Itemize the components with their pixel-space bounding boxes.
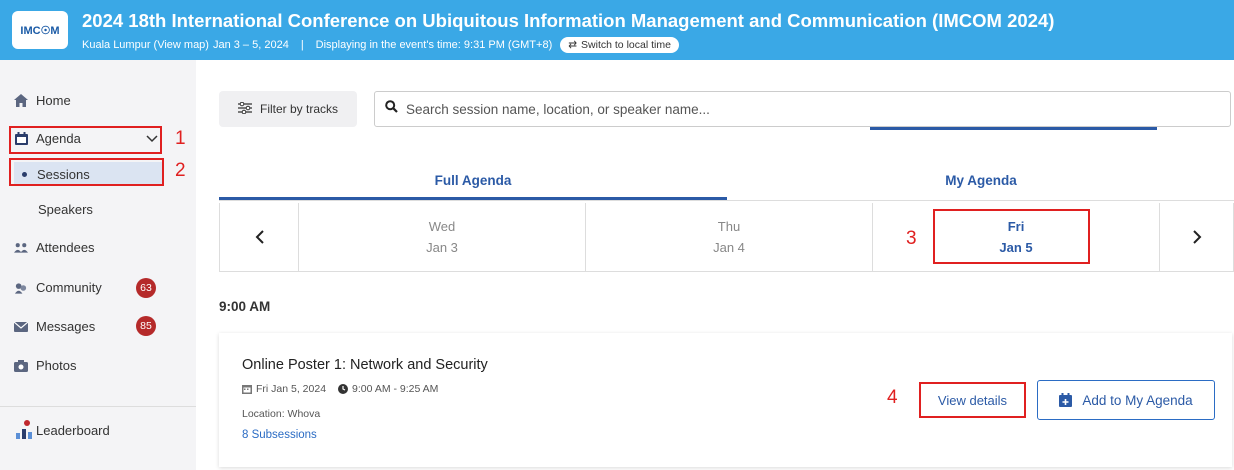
- switch-time-label: Switch to local time: [581, 39, 671, 51]
- annotation-box-3: [933, 209, 1090, 264]
- event-dates: Jan 3 – 5, 2024: [212, 39, 289, 51]
- day-date: Jan 3: [426, 240, 458, 255]
- annotation-number-1: 1: [175, 128, 186, 149]
- sidebar-item-label: Messages: [36, 319, 96, 334]
- annotation-number-3: 3: [906, 228, 917, 249]
- day-weekday: Wed: [428, 219, 456, 234]
- tab-divider: [219, 200, 1234, 201]
- location-link[interactable]: Kuala Lumpur (View map): [82, 39, 209, 51]
- day-weekday: Thu: [717, 219, 741, 234]
- subsessions-link[interactable]: 8 Subsessions: [242, 429, 317, 441]
- sidebar-item-home[interactable]: Home: [14, 93, 71, 108]
- leaderboard-icon: [14, 420, 34, 440]
- tab-full-agenda[interactable]: Full Agenda: [219, 160, 727, 200]
- swap-arrows-icon: ⇄: [568, 39, 578, 51]
- sidebar-item-attendees[interactable]: Attendees: [14, 240, 95, 255]
- event-time-display: Displaying in the event's time: 9:31 PM …: [315, 39, 553, 51]
- add-to-agenda-label: Add to My Agenda: [1082, 392, 1193, 408]
- switch-time-button[interactable]: ⇄ Switch to local time: [560, 37, 679, 53]
- sidebar-divider: [0, 406, 196, 407]
- filter-by-tracks-button[interactable]: Filter by tracks: [219, 91, 357, 127]
- search-bar[interactable]: [374, 91, 1231, 127]
- session-location: Location: Whova: [242, 408, 321, 420]
- home-icon: [14, 94, 28, 108]
- event-title: 2024 18th International Conference on Ub…: [82, 10, 1055, 31]
- separator: |: [300, 39, 304, 51]
- search-input[interactable]: [406, 101, 1186, 117]
- event-header: IMC☉M 2024 18th International Conference…: [0, 0, 1234, 60]
- annotation-box-2: [9, 158, 164, 186]
- day-tab-wed[interactable]: Wed Jan 3: [298, 203, 585, 271]
- session-time-text: 9:00 AM - 9:25 AM: [352, 383, 439, 395]
- messages-badge: 85: [136, 316, 156, 336]
- search-icon: [385, 100, 398, 118]
- calendar-plus-icon: [1059, 393, 1073, 407]
- session-time: 9:00 AM - 9:25 AM: [338, 383, 438, 395]
- community-icon: [14, 281, 28, 295]
- view-details-button[interactable]: View details: [919, 382, 1026, 418]
- annotation-number-4: 4: [887, 387, 898, 408]
- sidebar-item-label: Community: [36, 280, 102, 295]
- envelope-icon: [14, 320, 28, 334]
- sidebar: Home Agenda 1 Sessions 2 Speakers Attend…: [0, 60, 196, 470]
- camera-icon: [14, 359, 28, 373]
- sidebar-item-speakers[interactable]: Speakers: [38, 202, 93, 217]
- filter-label: Filter by tracks: [259, 102, 338, 116]
- prev-day-button[interactable]: [220, 203, 298, 271]
- sidebar-item-label: Leaderboard: [36, 422, 110, 438]
- attendees-icon: [14, 241, 28, 255]
- day-tab-thu[interactable]: Thu Jan 4: [585, 203, 872, 271]
- annotation-box-1: [9, 126, 162, 154]
- sidebar-item-label: Home: [36, 93, 71, 108]
- sliders-icon: [237, 101, 252, 117]
- session-title[interactable]: Online Poster 1: Network and Security: [242, 357, 488, 373]
- time-slot-label: 9:00 AM: [219, 299, 271, 314]
- main-content: Filter by tracks Full Agenda My Agenda W…: [196, 60, 1234, 470]
- session-meta: Fri Jan 5, 2024 9:00 AM - 9:25 AM: [242, 383, 438, 395]
- sidebar-item-messages[interactable]: Messages: [14, 319, 95, 334]
- active-day-indicator: [870, 127, 1157, 130]
- sidebar-item-leaderboard[interactable]: Leaderboard: [14, 420, 110, 440]
- event-logo[interactable]: IMC☉M: [12, 11, 68, 49]
- sidebar-item-community[interactable]: Community: [14, 280, 102, 295]
- community-badge: 63: [136, 278, 156, 298]
- tab-my-agenda[interactable]: My Agenda: [727, 160, 1234, 200]
- session-card: Online Poster 1: Network and Security Fr…: [219, 333, 1232, 467]
- event-subline: Kuala Lumpur (View map) Jan 3 – 5, 2024 …: [82, 37, 679, 53]
- add-to-my-agenda-button[interactable]: Add to My Agenda: [1037, 380, 1215, 420]
- clock-icon: [338, 384, 349, 394]
- session-date: Fri Jan 5, 2024: [242, 383, 326, 395]
- sidebar-item-photos[interactable]: Photos: [14, 358, 76, 373]
- sidebar-item-label: Attendees: [36, 240, 95, 255]
- day-date: Jan 4: [713, 240, 745, 255]
- next-day-button[interactable]: [1159, 203, 1234, 271]
- calendar-small-icon: [242, 385, 252, 394]
- session-date-text: Fri Jan 5, 2024: [256, 383, 327, 395]
- sidebar-item-label: Photos: [36, 358, 77, 373]
- annotation-number-2: 2: [175, 160, 186, 181]
